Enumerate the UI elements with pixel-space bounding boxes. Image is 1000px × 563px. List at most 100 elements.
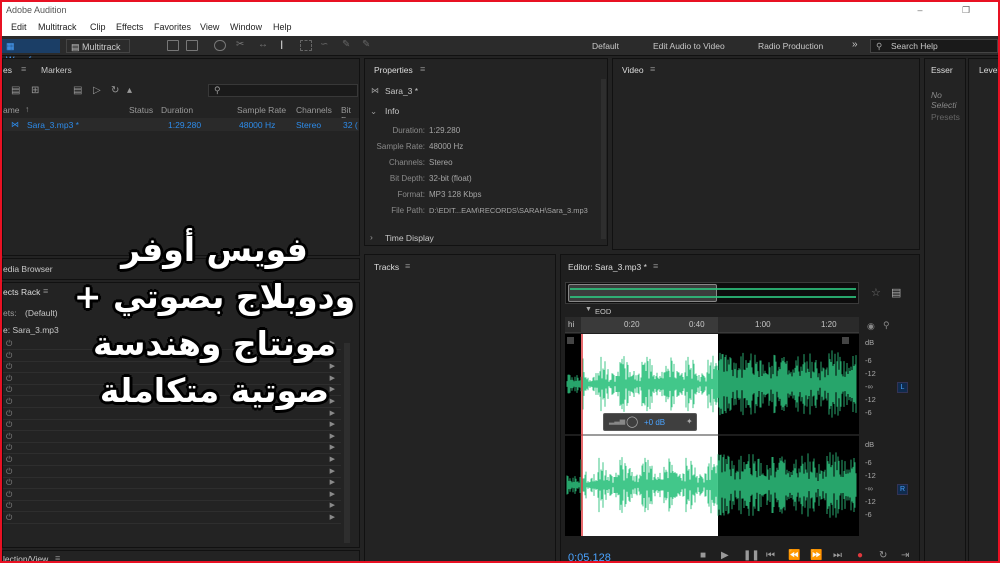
effect-slot[interactable]: ⏻ ▶ [3,467,341,478]
panel-menu-icon[interactable]: ≡ [653,261,658,271]
power-icon[interactable]: ⏻ [6,432,12,442]
tab-media-browser[interactable]: edia Browser [3,264,53,274]
import-file-icon[interactable]: ▤ [11,85,20,96]
workspace-edit-audio-to-video[interactable]: Edit Audio to Video [653,41,725,51]
panel-menu-icon[interactable]: ≡ [650,64,655,74]
waveform-display[interactable] [565,334,859,536]
presets-dropdown[interactable]: (Default) [25,308,58,318]
move-to-previous-button[interactable]: ⏮ [766,550,775,561]
panel-menu-icon[interactable]: ≡ [21,64,26,74]
effect-slot[interactable]: ⏻ ▶ [3,432,341,443]
autoplay-icon[interactable]: ▷ [93,85,101,96]
zoom-icon[interactable]: ☆ [871,286,881,299]
menu-effects[interactable]: Effects [116,22,143,32]
time-selection-tool-icon[interactable]: I [280,38,292,52]
spectral-frequency-icon[interactable] [167,40,179,51]
channel-left-toggle[interactable]: L [897,382,908,393]
panel-menu-icon[interactable]: ≡ [43,286,48,296]
power-icon[interactable]: ⏻ [6,478,12,488]
menu-favorites[interactable]: Favorites [154,22,191,32]
tab-selection-view[interactable]: lection/View [3,554,48,561]
column-duration[interactable]: Duration [161,105,193,115]
pause-button[interactable]: ❚❚ [743,550,760,561]
effect-slot[interactable]: ⏻ ▶ [3,420,341,432]
record-button[interactable]: ● [857,550,863,561]
menu-view[interactable]: View [200,22,219,32]
power-icon[interactable]: ⏻ [6,513,12,523]
menu-clip[interactable]: Clip [90,22,106,32]
menu-edit[interactable]: Edit [11,22,27,32]
menu-multitrack[interactable]: Multitrack [38,22,77,32]
power-icon[interactable]: ⏻ [6,420,12,430]
power-icon[interactable]: ⏻ [6,501,12,511]
fast-forward-button[interactable]: ⏩ [810,550,822,561]
new-file-icon[interactable]: ⊞ [31,85,39,96]
effect-slot-arrow-icon[interactable]: ▶ [330,420,335,428]
play-button[interactable]: ▶ [721,550,729,561]
tab-markers[interactable]: Markers [41,65,72,75]
effect-slot[interactable]: ⏻ ▶ [3,478,341,490]
pin-icon[interactable]: ⚲ [883,320,890,331]
column-status[interactable]: Status [129,105,153,115]
minimize-icon[interactable]: – [906,2,934,19]
power-icon[interactable]: ⏻ [6,362,12,372]
effect-slot[interactable]: ⏻ ▶ [3,501,341,513]
eod-marker-icon[interactable]: ▼ [585,306,592,313]
skip-selection-button[interactable]: ⇥ [901,550,909,561]
waveform-mode-button[interactable]: ▦ Waveform [2,39,60,65]
power-icon[interactable]: ⏻ [6,374,12,384]
loop-icon[interactable]: ↻ [111,85,119,96]
search-help-input[interactable]: ⚲ Search Help [870,39,998,53]
stop-button[interactable]: ■ [700,550,706,561]
spectral-pitch-icon[interactable] [186,40,198,51]
multitrack-mode-button[interactable]: ▤ Multitrack [66,39,130,53]
loop-playback-button[interactable]: ↻ [879,550,887,561]
effect-slot-arrow-icon[interactable]: ▶ [330,467,335,475]
column-sample-rate[interactable]: Sample Rate [237,105,286,115]
effect-slot-arrow-icon[interactable]: ▶ [330,455,335,463]
effect-slot[interactable]: ⏻ ▶ [3,490,341,501]
info-header[interactable]: Info [385,106,399,116]
spot-healing-tool-icon[interactable]: ✎ [362,39,374,50]
rewind-button[interactable]: ⏪ [788,550,800,561]
files-search-input[interactable]: ⚲ [208,84,358,97]
scrollbar[interactable] [601,79,606,239]
effect-slot-arrow-icon[interactable]: ▶ [330,513,335,521]
effect-slot-arrow-icon[interactable]: ▶ [330,443,335,451]
panel-menu-icon[interactable]: ≡ [420,64,425,74]
workspace-radio-production[interactable]: Radio Production [758,41,823,51]
effect-slot-arrow-icon[interactable]: ▶ [330,490,335,498]
effect-slot[interactable]: ⏻ ▶ [3,443,341,455]
power-icon[interactable]: ⏻ [6,397,12,407]
effect-slot[interactable]: ⏻ ▶ [3,455,341,466]
menu-window[interactable]: Window [230,22,262,32]
power-icon[interactable]: ⏻ [6,409,12,419]
move-to-next-button[interactable]: ⏭ [833,550,842,561]
effect-slot-arrow-icon[interactable]: ▶ [330,478,335,486]
power-icon[interactable]: ⏻ [6,467,12,477]
marquee-tool-icon[interactable] [300,40,312,51]
pin-icon[interactable]: ✦ [686,417,693,426]
hud-volume-value[interactable]: +0 dB [644,418,665,427]
chevron-right-icon[interactable]: › [370,232,373,242]
tab-effects-rack[interactable]: ects Rack [3,287,40,297]
overview-bar[interactable] [565,282,859,304]
razor-tool-icon[interactable]: ✂ [236,39,248,50]
power-icon[interactable]: ⏻ [6,443,12,453]
move-tool-icon[interactable] [214,40,226,51]
tab-files[interactable]: es [3,65,12,75]
overview-zoom-region[interactable] [568,284,717,302]
workspace-default[interactable]: Default [592,41,619,51]
insert-icon[interactable]: ▤ [73,85,82,96]
power-icon[interactable]: ⏻ [6,351,12,361]
panel-menu-icon[interactable]: ≡ [55,553,60,561]
effect-slot-arrow-icon[interactable]: ▶ [330,432,335,440]
lasso-tool-icon[interactable]: ∽ [320,39,332,50]
channel-right-toggle[interactable]: R [897,484,908,495]
volume-knob-icon[interactable]: ◯ [626,415,638,428]
chevron-down-icon[interactable]: ⌄ [370,106,377,117]
menu-help[interactable]: Help [273,22,292,32]
power-icon[interactable]: ⏻ [6,490,12,500]
hud-volume-control[interactable]: ▂▃▅ ◯ +0 dB ✦ [603,413,697,431]
column-channels[interactable]: Channels [296,105,332,115]
